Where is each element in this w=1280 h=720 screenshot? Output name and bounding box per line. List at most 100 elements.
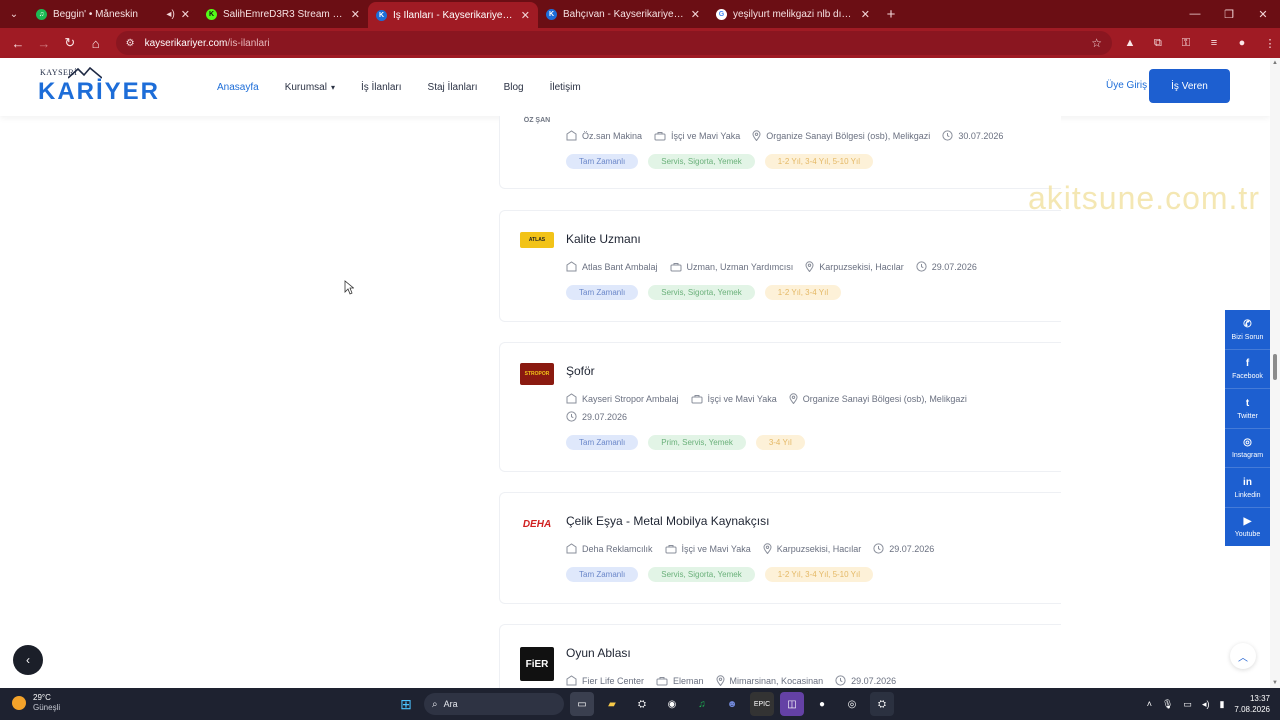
site-info-icon[interactable]: ⚙	[126, 38, 135, 49]
browser-tab-kick[interactable]: K SalihEmreD3R3 Stream - Watch ✕	[198, 0, 368, 28]
microphone-icon[interactable]: 🎙	[1162, 699, 1173, 710]
job-card[interactable]: ATLAS Kalite Uzmanı Atlas Bant Ambalaj U…	[499, 210, 1061, 322]
social-sidebar: ✆ Bizi Sorun f Facebook t Twitter ◎ Inst…	[1225, 310, 1270, 546]
nav-kurumsal[interactable]: Kurumsal ▾	[285, 82, 335, 93]
back-arrow-icon[interactable]: ←	[6, 31, 30, 55]
reload-icon[interactable]: ↻	[58, 31, 82, 55]
address-bar[interactable]: ⚙ kayserikariyer.com/is-ilanlari ☆	[115, 31, 1112, 55]
job-title[interactable]: Çelik Eşya - Metal Mobilya Kaynakçısı	[566, 514, 769, 528]
company-logo-text: DEHA	[522, 518, 552, 530]
browser-tab-bahcivan[interactable]: K Bahçıvan - Kayserikariyer.com ✕	[538, 0, 708, 28]
taskbar-search[interactable]: ⌕ Ara	[424, 693, 564, 715]
extensions-puzzle-icon[interactable]: ⧉	[1148, 33, 1168, 53]
company-name[interactable]: Fier Life Center	[582, 676, 644, 686]
job-title[interactable]: Oyun Ablası	[566, 646, 631, 660]
tab-title: yeşilyurt melikgazi nlb dış ticaret	[733, 8, 855, 20]
job-card[interactable]: STROPOR Şoför Kayseri Stropor Ambalaj İş…	[499, 342, 1061, 472]
url-host: kayserikariyer.com	[144, 37, 228, 49]
company-logo: FiER	[520, 647, 554, 681]
job-tags: Tam Zamanlı Servis, Sigorta, Yemek 1-2 Y…	[566, 154, 873, 169]
job-title[interactable]: Kalite Uzmanı	[566, 232, 641, 246]
nav-iletisim[interactable]: İletişim	[550, 82, 581, 93]
tab-close-icon[interactable]: ✕	[181, 8, 190, 21]
job-type-tag: Tam Zamanlı	[566, 154, 639, 169]
job-card[interactable]: FiER Oyun Ablası Fier Life Center Eleman…	[499, 624, 1061, 688]
company-logo-text: ÖZ ŞAN	[523, 116, 551, 124]
employer-button[interactable]: İş Veren	[1149, 69, 1230, 103]
taskbar-clock[interactable]: 13:37 7.08.2026	[1234, 693, 1270, 715]
scroll-to-top-button[interactable]: ︿	[1230, 643, 1256, 669]
battery-icon[interactable]: ▮	[1219, 699, 1224, 710]
tab-search-chevron-icon[interactable]: ⌄	[0, 0, 28, 28]
spotify-taskbar-icon[interactable]: ♫	[690, 692, 714, 716]
network-icon[interactable]: ▭	[1183, 699, 1192, 710]
scroll-down-arrow-icon[interactable]: ▼	[1272, 680, 1278, 686]
windows-start-icon[interactable]: ⊞	[394, 692, 418, 716]
nav-anasayfa[interactable]: Anasayfa	[217, 82, 259, 93]
company-name[interactable]: Kayseri Stropor Ambalaj	[582, 394, 679, 404]
sun-icon	[12, 696, 26, 710]
member-login-link[interactable]: Üye Giriş	[1106, 80, 1147, 91]
scroll-up-arrow-icon[interactable]: ▲	[1272, 60, 1278, 66]
social-youtube[interactable]: ▶ Youtube	[1225, 508, 1270, 547]
job-title[interactable]: Şoför	[566, 364, 595, 378]
job-card[interactable]: DEHA Çelik Eşya - Metal Mobilya Kaynakçı…	[499, 492, 1061, 604]
password-key-icon[interactable]: ⚿	[1176, 33, 1196, 53]
tab-close-icon[interactable]: ✕	[351, 8, 360, 21]
task-view-icon[interactable]: ▭	[570, 692, 594, 716]
browser-tab-google[interactable]: G yeşilyurt melikgazi nlb dış ticaret ✕	[708, 0, 878, 28]
bookmark-star-icon[interactable]: ☆	[1091, 36, 1102, 50]
nav-is-ilanlari[interactable]: İş İlanları	[361, 82, 402, 93]
company-name[interactable]: Öz.san Makina	[582, 131, 642, 141]
tab-close-icon[interactable]: ✕	[861, 8, 870, 21]
job-meta-row: Öz.san Makina İşçi ve Mavi Yaka Organize…	[566, 130, 1015, 141]
github-icon[interactable]: ●	[810, 692, 834, 716]
social-call-us[interactable]: ✆ Bizi Sorun	[1225, 310, 1270, 350]
building-icon	[566, 393, 577, 404]
clock-icon	[873, 543, 884, 554]
twitch-icon[interactable]: ◫	[780, 692, 804, 716]
obs-icon[interactable]: ◉	[660, 692, 684, 716]
job-card[interactable]: ÖZ ŞAN Öz.san Makina İşçi ve Mavi Yaka O…	[499, 116, 1061, 189]
browser-tab-is-ilanlari[interactable]: K İş İlanları - Kayserikariyer.com ✕	[368, 2, 538, 28]
minimize-icon[interactable]: —	[1178, 0, 1212, 28]
browser-tab-spotify[interactable]: ♫ Beggin' • Måneskin ◂) ✕	[28, 0, 198, 28]
chrome-icon[interactable]: ◎	[840, 692, 864, 716]
speaker-icon[interactable]: ◂)	[166, 9, 174, 20]
browser-menu-icon[interactable]: ⋮	[1260, 33, 1280, 53]
tray-chevron-up-icon[interactable]: ˄	[1147, 699, 1152, 709]
location-pin-icon	[805, 261, 814, 272]
nav-blog[interactable]: Blog	[504, 82, 524, 93]
reading-list-icon[interactable]: ≡	[1204, 33, 1224, 53]
file-explorer-icon[interactable]: ▰	[600, 692, 624, 716]
google-icon: G	[716, 8, 727, 20]
collapse-chevron-left-icon[interactable]: ‹	[13, 645, 43, 675]
weather-widget[interactable]: 29°C Güneşli	[12, 693, 60, 713]
new-tab-button[interactable]: +	[878, 0, 904, 28]
company-name[interactable]: Atlas Bant Ambalaj	[582, 262, 658, 272]
scrollbar-thumb[interactable]	[1273, 354, 1277, 380]
profile-avatar-icon[interactable]: ●	[1232, 33, 1252, 53]
tab-close-icon[interactable]: ✕	[521, 9, 530, 22]
steam-active-icon[interactable]: ⛭	[870, 692, 894, 716]
steam-icon[interactable]: ⛭	[630, 692, 654, 716]
epic-games-icon[interactable]: EPIC	[750, 692, 774, 716]
forward-arrow-icon[interactable]: →	[32, 31, 56, 55]
social-linkedin[interactable]: in Linkedin	[1225, 468, 1270, 508]
kayserikariyer-logo[interactable]: KAYSERİ KARİYER	[38, 67, 158, 108]
discord-icon[interactable]: ☻	[720, 692, 744, 716]
social-facebook[interactable]: f Facebook	[1225, 350, 1270, 389]
company-name[interactable]: Deha Reklamcılık	[582, 544, 653, 554]
social-twitter[interactable]: t Twitter	[1225, 389, 1270, 429]
nav-staj-ilanlari[interactable]: Staj İlanları	[428, 82, 478, 93]
company-logo-text: ATLAS	[528, 237, 546, 243]
restore-icon[interactable]: ❐	[1212, 0, 1246, 28]
social-instagram[interactable]: ◎ Instagram	[1225, 429, 1270, 468]
page-scrollbar[interactable]: ▲ ▼	[1270, 58, 1280, 688]
volume-icon[interactable]: ◂)	[1202, 699, 1210, 710]
tab-close-icon[interactable]: ✕	[691, 8, 700, 21]
drive-extension-icon[interactable]: ▲	[1120, 33, 1140, 53]
close-window-icon[interactable]: ✕	[1246, 0, 1280, 28]
home-icon[interactable]: ⌂	[84, 31, 108, 55]
date-meta: 29.07.2026	[873, 543, 934, 554]
